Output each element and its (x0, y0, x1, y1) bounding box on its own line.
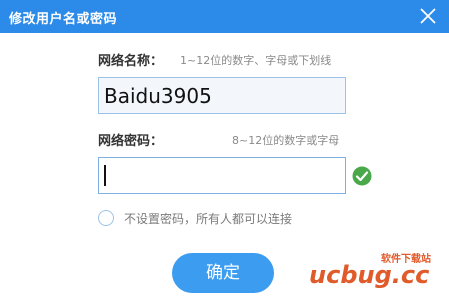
ssid-label: 网络名称： (98, 54, 164, 69)
password-label: 网络密码： (98, 134, 164, 149)
close-icon (420, 8, 436, 24)
no-password-radio[interactable] (98, 210, 114, 226)
watermark-logo-text: ucbug.cc (309, 261, 429, 289)
check-circle-icon (352, 166, 372, 186)
close-button[interactable] (407, 0, 449, 33)
title-bar: 修改用户名或密码 (0, 0, 449, 33)
ssid-hint: 1~12位的数字、字母或下划线 (180, 54, 332, 67)
text-caret (104, 165, 106, 186)
watermark-caption: 软件下载站 (381, 254, 431, 265)
ssid-input[interactable] (98, 77, 346, 114)
confirm-button[interactable]: 确定 (172, 253, 274, 293)
password-input[interactable] (98, 157, 346, 194)
dialog-title: 修改用户名或密码 (9, 12, 118, 27)
password-hint: 8~12位的数字或字母 (232, 134, 340, 147)
no-password-label: 不设置密码，所有人都可以连接 (124, 212, 293, 226)
